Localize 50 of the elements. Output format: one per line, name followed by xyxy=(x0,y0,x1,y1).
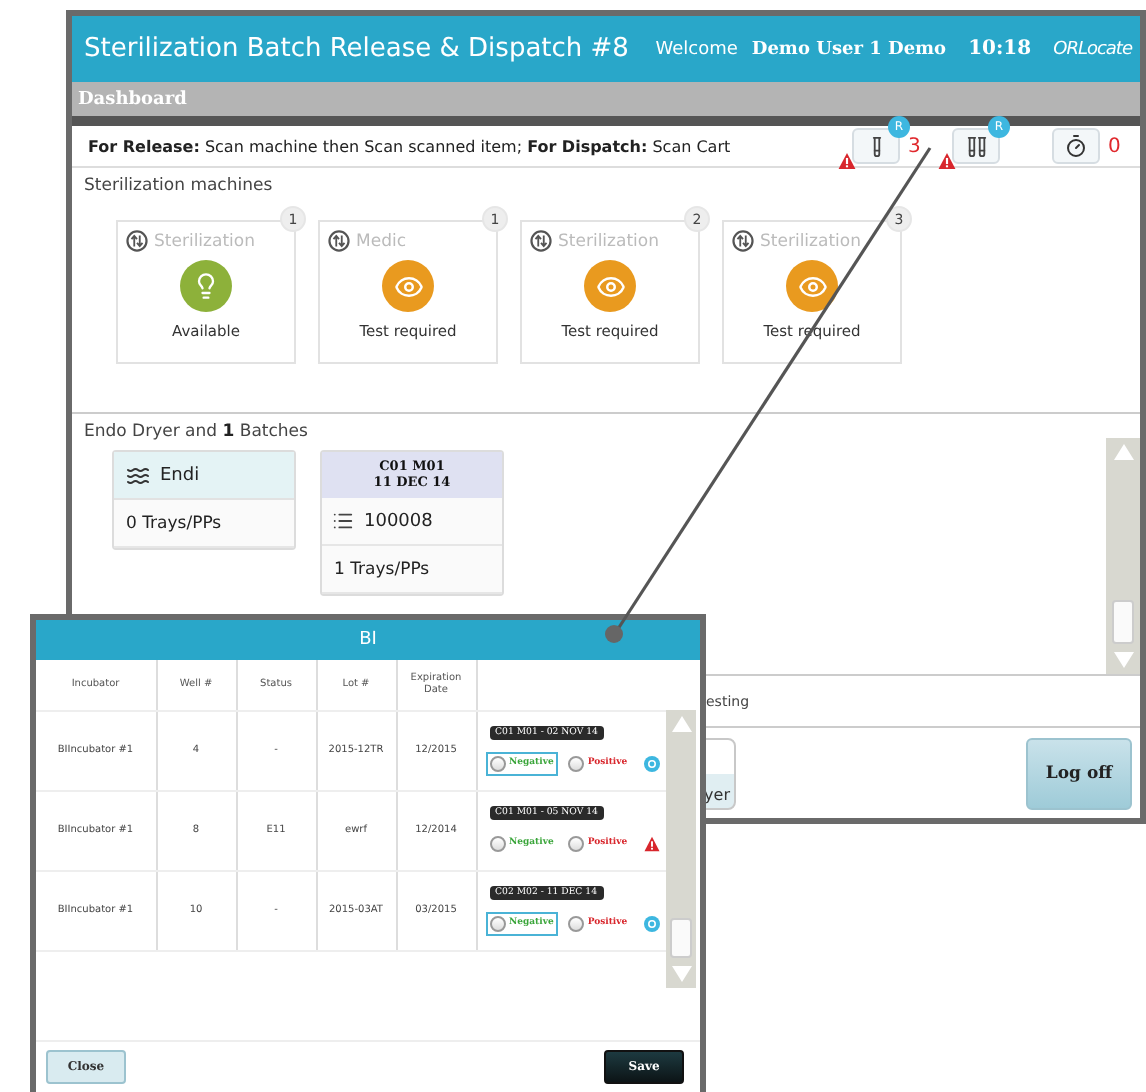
welcome-label: Welcome xyxy=(655,39,738,59)
info-icon xyxy=(643,915,660,931)
warning-icon xyxy=(643,835,660,851)
scrollbar[interactable] xyxy=(666,710,696,988)
dryer-name: Endi xyxy=(160,465,200,485)
count: 3 xyxy=(908,135,923,157)
cycle-icon xyxy=(126,230,148,252)
cycle-icon xyxy=(732,230,754,252)
batch-id: 100008 xyxy=(364,511,433,531)
dryer-card[interactable]: Endi 0 Trays/PPs xyxy=(112,450,296,550)
machine-name: Sterilization xyxy=(558,231,659,251)
trays-count: 0 Trays/PPs xyxy=(114,500,294,548)
lightbulb-icon xyxy=(192,272,220,300)
scroll-thumb[interactable] xyxy=(1111,600,1135,644)
dashboard-bar: Dashboard xyxy=(72,82,1140,116)
logo: ORLocate xyxy=(1053,39,1132,59)
indicator-button[interactable] xyxy=(852,128,900,164)
machine-name: Sterilization xyxy=(760,231,861,251)
warning-icon xyxy=(838,152,856,170)
dialog-title: BI xyxy=(36,620,700,660)
test-tubes-icon xyxy=(965,135,987,157)
scroll-down-icon[interactable] xyxy=(1113,652,1133,668)
scroll-down-icon[interactable] xyxy=(671,966,691,982)
indicator-button[interactable] xyxy=(1052,128,1100,164)
waves-icon xyxy=(126,463,150,487)
eye-icon xyxy=(797,271,827,301)
window-title: Sterilization Batch Release & Dispatch #8 xyxy=(84,34,631,64)
machine-name: Sterilization xyxy=(154,231,255,251)
eye-icon xyxy=(595,271,625,301)
cycle-icon xyxy=(328,230,350,252)
eye-icon xyxy=(393,271,423,301)
user-name: Demo User 1 Demo xyxy=(751,39,947,59)
info-icon xyxy=(643,755,660,771)
indicator-button[interactable] xyxy=(952,128,1000,164)
scroll-thumb[interactable] xyxy=(670,918,692,958)
cycle-icon xyxy=(530,230,552,252)
clock-time: 10:18 xyxy=(968,38,1032,60)
timer-icon xyxy=(1064,134,1088,158)
section-title: Endo Dryer and 1 Batches xyxy=(82,420,310,442)
logoff-button[interactable]: Log off xyxy=(1026,737,1132,809)
scrollbar[interactable] xyxy=(1106,438,1140,674)
warning-icon xyxy=(938,152,956,170)
count: 0 xyxy=(1108,135,1123,157)
machine-name: Medic xyxy=(356,231,406,251)
trays-count: 1 Trays/PPs xyxy=(322,546,502,594)
scroll-up-icon[interactable] xyxy=(1113,444,1133,460)
list-icon xyxy=(332,510,354,532)
instructions-text: For Release: Scan machine then Scan scanned item; For Dispatch: Scan Cart xyxy=(88,137,733,155)
scroll-up-icon[interactable] xyxy=(671,716,691,732)
section-title: Sterilization machines xyxy=(82,174,275,196)
